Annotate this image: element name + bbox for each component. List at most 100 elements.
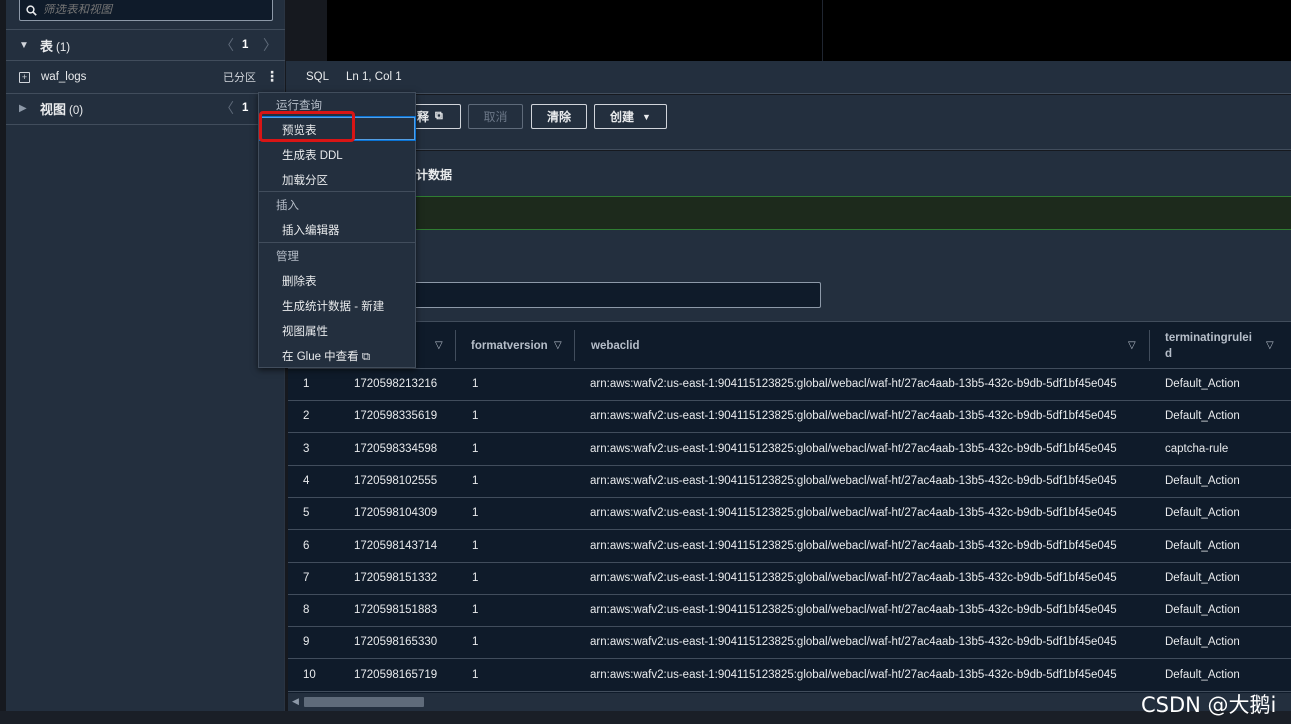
views-section-header[interactable]: ▶ 视图 (0) 〈 1 [6,93,285,123]
create-button[interactable]: 创建 ▼ [594,104,667,129]
cell-n: 9 [303,636,310,649]
column-header-formatversion[interactable]: formatversion [471,322,548,369]
caret-down-icon: ▼ [642,111,651,122]
cell-timestamp: 1720598102555 [354,474,438,487]
table-context-menu: 运行查询 预览表 生成表 DDL 加载分区 插入 插入编辑器 管理 删除表 生成… [258,92,416,368]
cell-terminatingruleid: Default_Action [1165,410,1240,423]
menu-item-generate-ddl[interactable]: 生成表 DDL [282,147,343,163]
query-editor[interactable] [327,0,1291,61]
cell-timestamp: 1720598165719 [354,668,438,681]
filter-icon[interactable]: ▽ [435,340,443,351]
caret-down-icon[interactable]: ▼ [19,40,29,51]
menu-item-insert-editor[interactable]: 插入编辑器 [282,222,340,238]
scroll-left-icon[interactable]: ◀ [292,696,299,707]
scrollbar-thumb[interactable] [304,697,424,707]
cell-formatversion: 1 [472,636,479,649]
tables-section-header[interactable]: ▼ 表 (1) 〈 1 〉 [6,30,285,60]
clear-button[interactable]: 清除 [531,104,587,129]
results-search-input[interactable] [413,283,820,307]
cell-timestamp: 1720598151883 [354,604,438,617]
views-page-number: 1 [242,102,249,114]
status-success-bar [286,196,1291,230]
expand-box-icon[interactable]: + [19,71,30,83]
column-divider [574,330,575,361]
cell-formatversion: 1 [472,668,479,681]
tables-count: (1) [56,41,71,54]
create-label: 创建 [610,110,635,124]
table-row[interactable]: 1 1720598213216 1 arn:aws:wafv2:us-east-1:9… [288,369,1291,401]
cell-webaclid: arn:aws:wafv2:us-east-1:904115123825:glo… [590,604,1117,617]
column-label: terminatingrulei d [1165,331,1252,360]
menu-item-generate-stats[interactable]: 生成统计数据 - 新建 [282,298,384,314]
cell-terminatingruleid: Default_Action [1165,539,1240,552]
partitioned-badge: 已分区 [223,72,256,84]
table-row[interactable]: 2 1720598335619 1 arn:aws:wafv2:us-east-1:9… [288,401,1291,434]
table-row[interactable]: 9 1720598165330 1 arn:aws:wafv2:us-east-1:9… [288,627,1291,660]
kebab-icon[interactable]: ⋮ [265,68,279,84]
column-divider [455,330,456,361]
chevron-left-icon[interactable]: 〈 [220,98,234,118]
table-row[interactable]: 5 1720598104309 1 arn:aws:wafv2:us-east-1:9… [288,498,1291,531]
table-row[interactable]: 4 1720598102555 1 arn:aws:wafv2:us-east-1:9… [288,466,1291,498]
views-count: (0) [69,104,84,117]
editor-divider [822,0,823,61]
results-table: ▽ formatversion ▽ webaclid ▽ terminating… [288,322,1291,693]
explain-label: 释 [417,110,430,124]
chevron-right-icon[interactable]: 〉 [263,35,277,55]
external-link-icon: ⧉ [361,351,371,363]
menu-group-manage: 管理 [276,251,299,263]
divider [6,124,285,125]
results-search-box[interactable] [412,282,821,308]
annotation-highlight-box [259,111,355,142]
tables-views-panel: ▼ 表(1) 〈 1 〉 + waf_logs 已分区 ⋮ ▶ 视图(0) 〈 … [6,0,285,711]
cell-formatversion: 1 [472,378,479,390]
filter-icon[interactable]: ▽ [554,340,562,351]
table-name: waf_logs [41,71,87,83]
cell-timestamp: 1720598334598 [354,442,438,455]
cursor-position: Ln 1, Col 1 [346,71,402,83]
tab-query-stats[interactable]: 计数据 [416,166,452,183]
chevron-left-icon[interactable]: 〈 [220,35,234,55]
column-header-terminatingruleid[interactable]: terminatingrulei d [1165,322,1265,369]
table-item-waf-logs[interactable]: + waf_logs 已分区 ⋮ [6,63,285,91]
table-header: ▽ formatversion ▽ webaclid ▽ terminating… [288,322,1291,369]
cell-formatversion: 1 [472,410,479,423]
cell-timestamp: 1720598335619 [354,410,438,423]
cell-terminatingruleid: Default_Action [1165,571,1240,584]
cell-n: 6 [303,539,310,552]
watermark: CSDN @大鹅i [1141,693,1277,717]
cell-n: 7 [303,571,310,584]
cell-terminatingruleid: Default_Action [1165,507,1240,520]
menu-group-insert: 插入 [276,200,299,212]
filter-icon[interactable]: ▽ [1266,340,1274,351]
table-row[interactable]: 7 1720598151332 1 arn:aws:wafv2:us-east-1:9… [288,563,1291,595]
cell-timestamp: 1720598213216 [354,378,438,390]
menu-item-view-properties[interactable]: 视图属性 [282,323,328,339]
query-action-bar: 释 ⧉ 取消 清除 创建 ▼ [286,95,1291,150]
cell-webaclid: arn:aws:wafv2:us-east-1:904115123825:glo… [590,410,1117,423]
column-header-webaclid[interactable]: webaclid [591,322,640,369]
table-row[interactable]: 10 1720598165719 1 arn:aws:wafv2:us-east-1:… [288,660,1291,692]
cell-formatversion: 1 [472,604,479,617]
cell-terminatingruleid: Default_Action [1165,378,1240,390]
bottom-strip [0,711,1291,724]
caret-right-icon[interactable]: ▶ [19,103,29,114]
table-row[interactable]: 8 1720598151883 1 arn:aws:wafv2:us-east-1:9… [288,595,1291,628]
cell-terminatingruleid: Default_Action [1165,604,1240,617]
cell-n: 5 [303,507,310,520]
menu-item-load-partitions[interactable]: 加载分区 [282,172,328,188]
filter-icon[interactable]: ▽ [1128,340,1136,351]
menu-item-delete-table[interactable]: 删除表 [282,273,317,289]
table-row[interactable]: 6 1720598143714 1 arn:aws:wafv2:us-east-1:9… [288,531,1291,563]
column-divider [1149,330,1150,361]
cell-webaclid: arn:aws:wafv2:us-east-1:904115123825:glo… [590,507,1117,520]
cancel-button[interactable]: 取消 [468,104,523,129]
cell-timestamp: 1720598165330 [354,636,438,649]
search-icon [26,4,37,16]
table-row[interactable]: 3 1720598334598 1 arn:aws:wafv2:us-east-1:9… [288,434,1291,466]
cell-n: 10 [303,668,316,681]
filter-box[interactable] [19,0,273,21]
menu-item-view-in-glue[interactable]: 在 Glue 中查看 ⧉ [282,348,370,364]
filter-input[interactable] [43,4,263,16]
editor-statusbar: SQL Ln 1, Col 1 [286,61,1291,94]
